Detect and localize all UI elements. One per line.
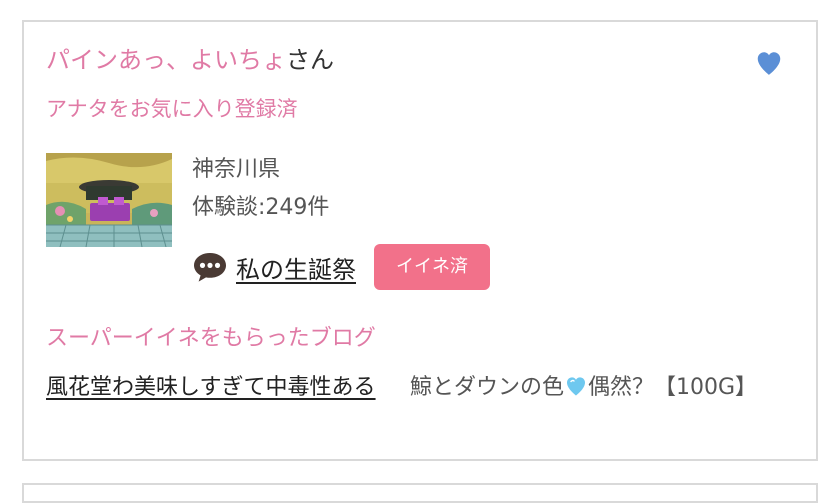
username[interactable]: パインあっ、よいちょ [46, 46, 286, 74]
iine-done-badge[interactable]: イイネ済 [374, 244, 490, 290]
favorite-status: アナタをお気に入り登録済 [46, 97, 298, 121]
super-iine-blog-list: 風花堂わ美味しすぎて中毒性ある 鯨とダウンの色 偶然？【100G】 [46, 372, 786, 404]
profile-thumbnail[interactable] [46, 153, 172, 247]
light-blue-heart-icon [567, 377, 586, 396]
super-iine-blog-item[interactable]: 鯨とダウンの色 偶然？【100G】 [410, 372, 770, 404]
user-card: パインあっ、よいちょさん アナタをお気に入り登録済 神奈川県 体験談:249件 [22, 20, 818, 461]
prefecture: 神奈川県 [192, 157, 281, 182]
super-iine-blog-item[interactable]: 風花堂わ美味しすぎて中毒性ある [46, 372, 398, 404]
username-row[interactable]: パインあっ、よいちょさん [46, 44, 334, 76]
latest-blog-row: 私の生誕祭 イイネ済 [192, 244, 490, 290]
heart-icon[interactable] [754, 48, 784, 78]
thumbnail-drawing [46, 153, 172, 247]
latest-blog-link[interactable]: 私の生誕祭 [236, 250, 356, 285]
speech-bubble-icon [194, 253, 226, 282]
review-count: 体験談:249件 [192, 195, 330, 220]
honorific: さん [286, 46, 334, 74]
blog-title-part: 鯨とダウンの色 [410, 375, 565, 400]
next-user-card [22, 483, 818, 503]
super-iine-heading: スーパーイイネをもらったブログ [46, 326, 376, 351]
blog-title-part: 偶然？【100G】 [588, 375, 758, 400]
